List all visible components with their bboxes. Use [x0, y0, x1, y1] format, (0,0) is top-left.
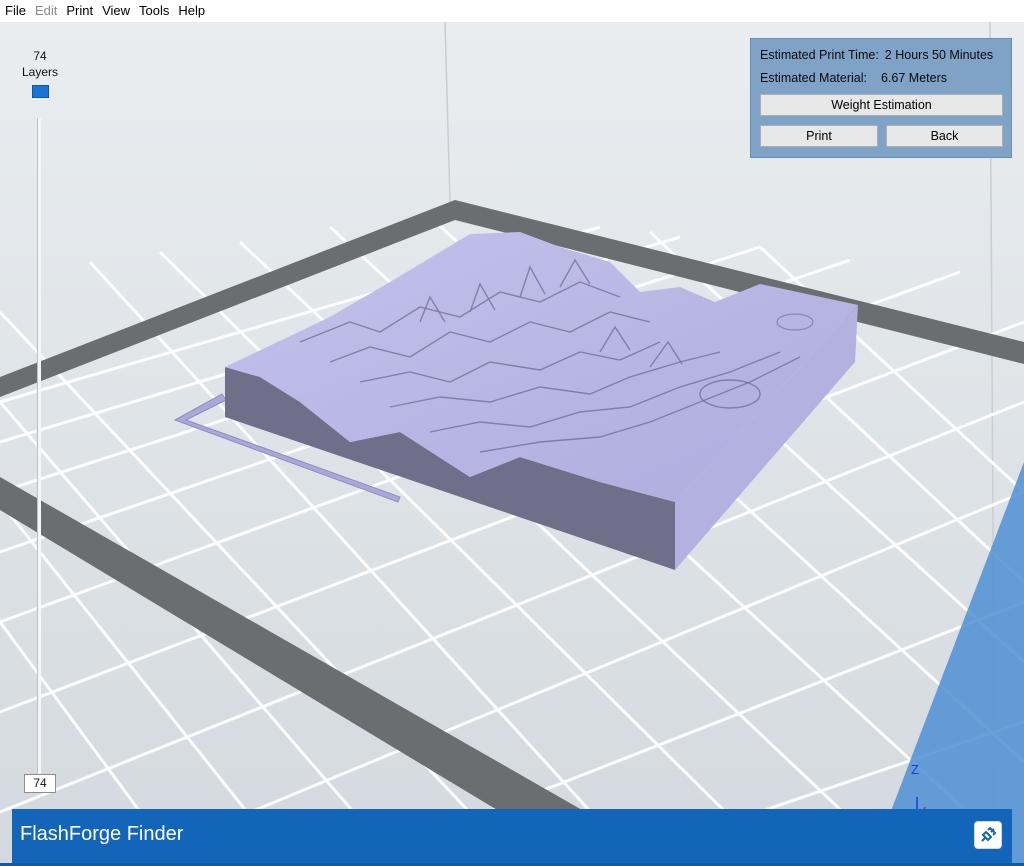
connect-icon — [981, 826, 997, 842]
print-time-row: Estimated Print Time: 2 Hours 50 Minutes — [760, 48, 993, 62]
menu-help[interactable]: Help — [173, 0, 209, 22]
layer-count-label: 74 Layers — [18, 48, 62, 80]
printer-name: FlashForge Finder — [20, 823, 184, 845]
material-label: Estimated Material: — [760, 71, 867, 85]
layer-slider-handle[interactable] — [32, 85, 49, 98]
material-value: 6.67 Meters — [880, 71, 947, 85]
print-time-label: Estimated Print Time: — [760, 48, 879, 62]
print-time-value: 2 Hours 50 Minutes — [884, 48, 994, 62]
weight-estimation-button[interactable]: Weight Estimation — [760, 94, 1003, 116]
menu-bar: File Edit Print View Tools Help — [0, 0, 1024, 22]
menu-file[interactable]: File — [0, 0, 30, 22]
material-row: Estimated Material: 6.67 Meters — [760, 71, 947, 85]
printer-status-bar: FlashForge Finder — [12, 809, 1012, 863]
menu-view[interactable]: View — [97, 0, 134, 22]
connect-button[interactable] — [974, 821, 1002, 849]
3d-viewport[interactable]: Z 74 Layers 74 Estimated Print Time: 2 Ho… — [0, 22, 1024, 866]
layer-slider-track[interactable] — [37, 118, 41, 793]
layer-count-value: 74 — [33, 49, 47, 63]
print-button[interactable]: Print — [760, 125, 878, 147]
back-button[interactable]: Back — [886, 125, 1003, 147]
menu-edit[interactable]: Edit — [30, 0, 61, 22]
axis-z-label: Z — [911, 762, 919, 777]
layer-count-text: Layers — [21, 65, 59, 79]
layer-number-input[interactable]: 74 — [24, 774, 56, 793]
menu-print[interactable]: Print — [61, 0, 97, 22]
menu-tools[interactable]: Tools — [134, 0, 173, 22]
print-info-panel: Estimated Print Time: 2 Hours 50 Minutes … — [750, 38, 1012, 158]
